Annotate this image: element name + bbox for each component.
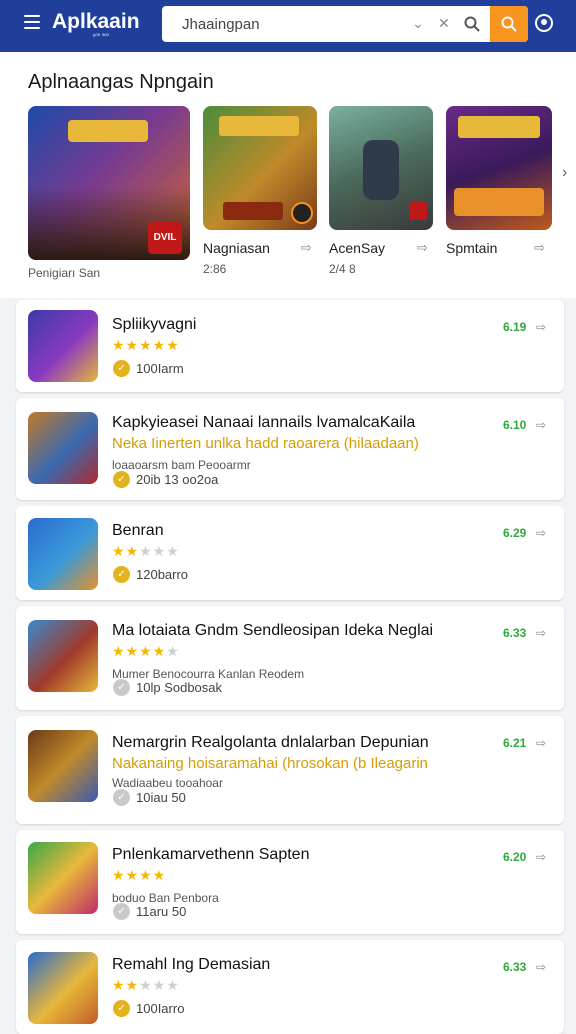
app-title: Nemargrin Realgolanta dnlalarban Depunia… [112,734,429,751]
list-item[interactable]: Benran ★★★★★ ✓ 120barro 6.29 ⇨ [16,506,564,600]
search-bar[interactable]: Jhaaingpan ⌄ ✕ [162,6,528,42]
verified-icon: ✓ [113,1000,130,1017]
app-title: Benran [112,522,164,539]
app-title: Kapkyieasei Nanaai lannails lvamalcaKail… [112,414,416,431]
app-icon [28,310,98,382]
featured-card-name: Spmtain [446,240,498,256]
version-label: 6.10 [503,418,527,432]
download-count: 11aru 50 [136,904,187,919]
verified-icon: ✓ [113,679,130,696]
verified-icon: ✓ [113,789,130,806]
game-art-icon [329,106,433,230]
list-item[interactable]: Nemargrin Realgolanta dnlalarban Depunia… [16,716,564,824]
featured-section: Aplnaangas Npngain DVIL Penigiarı San Na… [0,52,576,298]
chevron-right-icon[interactable]: › [562,164,567,182]
version-label: 6.21 [503,736,527,750]
app-subtitle: Nakanaing hoisaramahai (hrosokan (b Ilea… [112,755,429,772]
app-subtitle: Neka Iinerten unlka hadd raoarera (hilaa… [112,435,419,452]
featured-card-name: Nagniasan [203,240,270,256]
search-input[interactable]: Jhaaingpan [182,16,260,33]
verified-icon: ✓ [113,360,130,377]
rating-stars: ★★★★ [112,867,167,883]
app-title: Pnlenkamarvethenn Sapten [112,846,310,863]
download-count: 100Iarm [136,361,184,376]
share-icon[interactable]: ⇨ [536,850,546,864]
rating-stars: ★★★★★ [112,543,180,559]
share-icon[interactable]: ⇨ [536,526,546,540]
app-icon [28,412,98,484]
search-icon[interactable] [464,16,480,32]
app-title: Ma lotaiata Gndm Sendleosipan Ideka Negl… [112,622,434,639]
list-item[interactable]: Remahl Ing Demasian ★★★★★ ✓ 100Iarro 6.3… [16,940,564,1034]
clear-icon[interactable]: ✕ [438,15,450,32]
share-icon[interactable]: ⇨ [536,960,546,974]
download-count: 120barro [136,567,189,582]
list-item[interactable]: Kapkyieasei Nanaai lannails lvamalcaKail… [16,398,564,500]
brand-logo[interactable]: Aplkaain [52,10,140,34]
download-count: 10lp Sodbosak [136,680,223,695]
top-app-bar: Aplkaain ᵉ⁰⁰ ⁰⁰⁰ Jhaaingpan ⌄ ✕ [0,0,576,52]
download-count: 100Iarro [136,1001,185,1016]
game-art-icon [446,106,552,230]
share-icon[interactable]: ⇨ [536,626,546,640]
brand-tagline: ᵉ⁰⁰ ⁰⁰⁰ [93,34,109,40]
share-icon[interactable]: ⇨ [534,240,545,256]
share-icon[interactable]: ⇨ [417,240,428,256]
app-icon [28,518,98,590]
game-badge: DVIL [148,222,182,254]
version-label: 6.29 [503,526,527,540]
rating-stars: ★★★★★ [112,977,180,993]
rating-stars: ★★★★★ [112,337,180,353]
game-art-icon [203,106,317,230]
hamburger-menu-icon[interactable] [24,15,40,29]
download-count: 10iau 50 [136,790,186,805]
rating-stars: ★★★★★ [112,643,180,659]
app-description: Mumer Benocourra Kanlan Reodem [112,667,305,681]
featured-card-meta: 2:86 [203,262,227,276]
app-icon [28,730,98,802]
featured-card-meta: Penigiarı San [28,266,101,280]
verified-icon: ✓ [113,471,130,488]
search-button[interactable] [490,6,528,42]
version-label: 6.19 [503,320,527,334]
share-icon[interactable]: ⇨ [536,320,546,334]
list-item[interactable]: Spliikyvagni ★★★★★ ✓ 100Iarm 6.19 ⇨ [16,300,564,392]
version-label: 6.20 [503,850,527,864]
app-title: Remahl Ing Demasian [112,956,271,973]
share-icon[interactable]: ⇨ [536,736,546,750]
verified-icon: ✓ [113,903,130,920]
version-label: 6.33 [503,960,527,974]
account-icon[interactable] [535,14,553,32]
app-icon [28,842,98,914]
version-label: 6.33 [503,626,527,640]
share-icon[interactable]: ⇨ [536,418,546,432]
featured-card-meta: 2/4 8 [329,262,356,276]
app-description: Wadiaabeu tooahoar [112,776,223,790]
app-description: boduo Ban Penbora [112,891,219,905]
section-title: Aplnaangas Npngain [28,71,214,93]
app-icon [28,620,98,692]
search-icon [501,16,517,32]
featured-card-name: AcenSay [329,240,386,256]
list-item[interactable]: Pnlenkamarvethenn Sapten ★★★★ boduo Ban … [16,830,564,934]
download-count: 20ib 13 oo2oa [136,472,219,487]
chevron-down-icon[interactable]: ⌄ [412,15,424,32]
game-art-icon: DVIL [28,106,190,260]
list-item[interactable]: Ma lotaiata Gndm Sendleosipan Ideka Negl… [16,606,564,710]
verified-icon: ✓ [113,566,130,583]
share-icon[interactable]: ⇨ [301,240,312,256]
app-description: loaaoarsm bam Peooarmr [112,458,251,472]
app-icon [28,952,98,1024]
app-title: Spliikyvagni [112,316,197,333]
